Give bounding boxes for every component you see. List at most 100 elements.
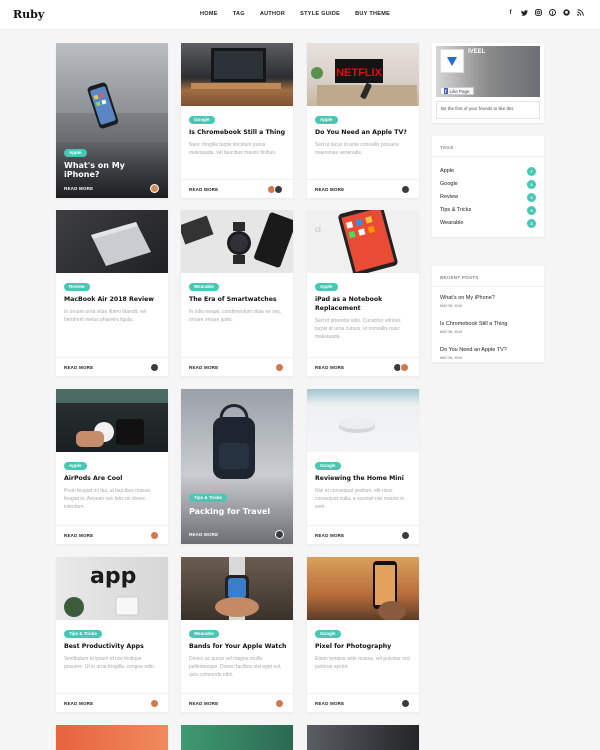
post-title[interactable]: Best Productivity Apps [64,642,162,651]
post-tag[interactable]: Tips & Tricks [64,630,102,638]
author-avatar[interactable] [275,530,284,539]
post-title[interactable]: Reviewing the Home Mini [315,474,413,483]
read-more-link[interactable]: READ MORE [64,533,93,538]
post-card-airpods[interactable]: Apple AirPods Are Cool Proin feugiat mi … [56,389,168,544]
read-more-link[interactable]: READ MORE [189,365,218,370]
recent-post-title[interactable]: Is Chromebook Still a Thing [440,321,536,327]
read-more-link[interactable]: READ MORE [189,532,218,537]
tag-item[interactable]: Wearable 3 [440,218,536,229]
read-more-link[interactable]: READ MORE [189,701,218,706]
post-card-home-mini[interactable]: Google Reviewing the Home Mini Nisi et c… [307,389,419,544]
author-avatar[interactable] [150,184,159,193]
post-card-partial[interactable] [56,725,168,750]
facebook-icon[interactable]: f [507,9,514,16]
facebook-page-logo[interactable] [440,49,464,73]
recent-post-item[interactable]: Do You Need an Apple TV? MAY 06, 2019 [440,347,536,360]
post-title[interactable]: Is Chromebook Still a Thing [189,128,287,137]
post-tag[interactable]: Apple [315,283,338,291]
nav-home[interactable]: HOME [200,11,218,17]
site-logo[interactable]: Ruby [13,8,44,21]
post-title[interactable]: Pixel for Photography [315,642,413,651]
nav-author[interactable]: AUTHOR [260,11,285,17]
post-tag[interactable]: Tips & Tricks [189,494,227,502]
twitter-icon[interactable] [521,9,528,16]
facebook-page-name[interactable]: IVEEL [468,49,485,55]
author-avatar[interactable] [401,531,410,540]
post-card-apple-tv[interactable]: NETFLIX Apple Do You Need an Apple TV? S… [307,43,419,198]
tag-item[interactable]: Apple 7 [440,166,536,177]
author-avatar[interactable] [150,531,159,540]
post-card-pixel[interactable]: Google Pixel for Photography Etiam tempu… [307,557,419,712]
author-avatar[interactable] [274,185,283,194]
tag-item[interactable]: Google 3 [440,179,536,190]
read-more-link[interactable]: READ MORE [315,701,344,706]
post-card-partial[interactable] [181,725,293,750]
like-page-button[interactable]: f Like Page [440,87,474,95]
post-title[interactable]: Do You Need an Apple TV? [315,128,413,137]
recent-post-title[interactable]: What's on My iPhone? [440,295,536,301]
post-image[interactable] [56,210,168,273]
read-more-link[interactable]: READ MORE [315,187,344,192]
post-tag[interactable]: Google [315,630,341,638]
post-tag[interactable]: Review [64,283,90,291]
post-tag[interactable]: Google [315,462,341,470]
author-avatar[interactable] [150,699,159,708]
tag-item[interactable]: Review 3 [440,192,536,203]
post-image[interactable] [181,557,293,620]
github-icon[interactable] [563,9,570,16]
recent-post-title[interactable]: Do You Need an Apple TV? [440,347,536,353]
pinterest-icon[interactable] [549,9,556,16]
post-title[interactable]: AirPods Are Cool [64,474,162,483]
read-more-link[interactable]: READ MORE [189,187,218,192]
post-card-ipad[interactable]: cl Apple iPad as a Notebook Replacement … [307,210,419,376]
read-more-link[interactable]: READ MORE [64,365,93,370]
nav-style-guide[interactable]: STYLE GUIDE [300,11,340,17]
post-title[interactable]: What's on My iPhone? [64,161,162,179]
post-tag[interactable]: Wearable [189,283,219,291]
post-tag[interactable]: Apple [64,462,87,470]
post-image[interactable] [307,557,419,621]
tag-item[interactable]: Tips & Tricks 3 [440,205,536,216]
post-card-smartwatches[interactable]: Wearable The Era of Smartwatches In odio… [181,210,293,376]
post-card-productivity-apps[interactable]: app Tips & Tricks Best Productivity Apps… [56,557,168,712]
post-image[interactable]: cl [307,210,419,276]
recent-post-item[interactable]: Is Chromebook Still a Thing MAY 06, 2019 [440,321,536,334]
post-image[interactable] [56,389,168,452]
post-card-travel[interactable]: Tips & Tricks Packing for Travel READ MO… [181,389,293,544]
read-more-link[interactable]: READ MORE [315,533,344,538]
post-image[interactable] [181,389,293,544]
author-avatar[interactable] [150,363,159,372]
post-image[interactable]: NETFLIX [307,43,419,106]
author-avatar[interactable] [400,363,409,372]
post-tag[interactable]: Google [189,116,215,124]
post-image[interactable]: app [56,557,168,620]
nav-buy-theme[interactable]: BUY THEME [355,11,390,17]
author-avatar[interactable] [275,699,284,708]
post-tag[interactable]: Wearable [189,630,219,638]
post-title[interactable]: MacBook Air 2018 Review [64,295,162,304]
read-more-link[interactable]: READ MORE [64,186,93,191]
read-more-link[interactable]: READ MORE [315,365,344,370]
nav-tag[interactable]: TAG [233,11,245,17]
post-card-partial[interactable] [307,725,419,750]
instagram-icon[interactable] [535,9,542,16]
post-image[interactable] [181,43,293,106]
recent-post-item[interactable]: What's on My iPhone? MAY 06, 2019 [440,295,536,308]
read-more-link[interactable]: READ MORE [64,701,93,706]
post-title[interactable]: Packing for Travel [189,507,287,516]
author-avatar[interactable] [401,185,410,194]
author-avatar[interactable] [401,699,410,708]
author-avatar[interactable] [275,363,284,372]
post-card-chromebook[interactable]: Google Is Chromebook Still a Thing Nunc … [181,43,293,198]
post-title[interactable]: iPad as a Notebook Replacement [315,295,413,313]
post-image[interactable] [307,389,419,452]
post-card-iphone[interactable]: Apple What's on My iPhone? READ MORE [56,43,168,198]
post-image[interactable] [181,210,293,273]
post-title[interactable]: Bands for Your Apple Watch [189,642,287,651]
post-tag[interactable]: Apple [64,149,87,157]
post-card-macbook[interactable]: Review MacBook Air 2018 Review In ornare… [56,210,168,376]
post-title[interactable]: The Era of Smartwatches [189,295,287,304]
rss-icon[interactable] [577,9,584,16]
post-tag[interactable]: Apple [315,116,338,124]
post-card-apple-watch-bands[interactable]: Wearable Bands for Your Apple Watch Done… [181,557,293,712]
